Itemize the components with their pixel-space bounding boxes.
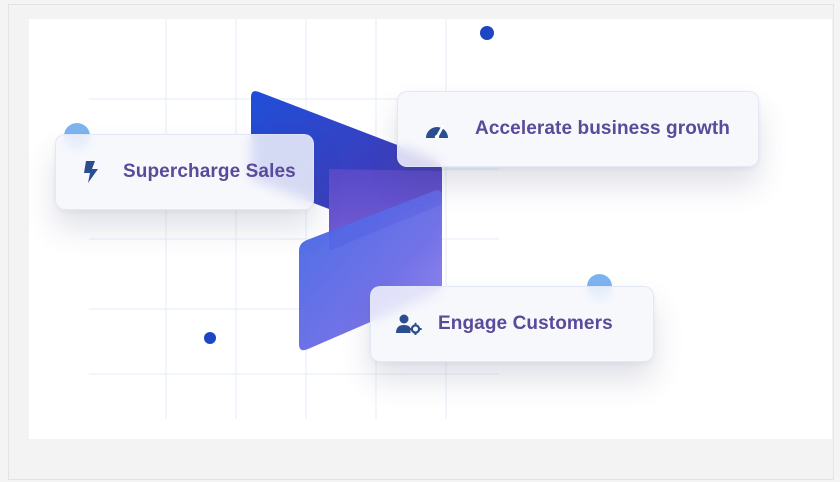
- feature-card-accelerate-growth: Accelerate business growth: [397, 91, 759, 167]
- feature-card-supercharge-sales: Supercharge Sales: [55, 134, 314, 210]
- user-gear-icon: [396, 311, 422, 337]
- feature-card-label: Accelerate business growth: [475, 118, 730, 139]
- feature-card-label: Engage Customers: [438, 313, 613, 334]
- lightning-bolt-icon: [78, 159, 104, 185]
- decorative-dot: [480, 26, 494, 40]
- speedometer-icon: [424, 116, 450, 142]
- hero-illustration: Supercharge Sales Accelerate business gr…: [29, 19, 832, 439]
- feature-card-engage-customers: Engage Customers: [370, 286, 654, 362]
- dynamics-logo: [251, 91, 442, 351]
- decorative-dot: [204, 332, 216, 344]
- feature-card-label: Supercharge Sales: [123, 161, 296, 182]
- preview-frame: Supercharge Sales Accelerate business gr…: [8, 4, 834, 480]
